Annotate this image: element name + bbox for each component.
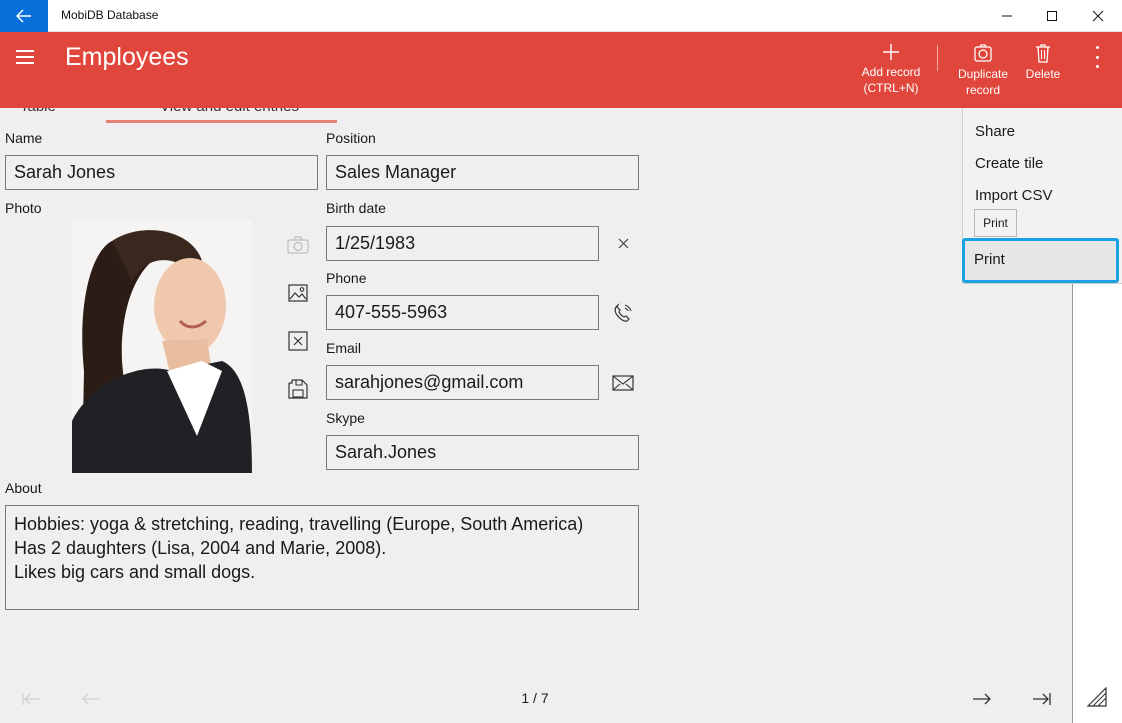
menu-item-create-tile[interactable]: Create tile [975, 155, 1043, 172]
about-textarea[interactable]: Hobbies: yoga & stretching, reading, tra… [5, 505, 639, 610]
duplicate-icon [974, 44, 992, 62]
phone-icon [614, 303, 632, 322]
remove-image-icon [288, 331, 308, 351]
email-label: Email [326, 340, 362, 356]
arrow-right-icon [973, 693, 991, 705]
header-separator [937, 45, 938, 71]
add-record-button[interactable]: Add record (CTRL+N) [856, 42, 926, 96]
phone-field[interactable]: 407-555-5963 [326, 295, 599, 330]
add-record-shortcut: (CTRL+N) [863, 81, 919, 95]
birth-date-label: Birth date [326, 200, 386, 216]
arrow-left-icon [82, 693, 100, 705]
position-label: Position [326, 130, 376, 146]
call-button[interactable] [610, 301, 636, 325]
maximize-button[interactable] [1029, 0, 1075, 32]
trash-icon [1036, 44, 1050, 63]
side-panel [1073, 282, 1122, 723]
active-tab-indicator [106, 120, 337, 123]
image-icon [288, 284, 308, 302]
name-field[interactable]: Sarah Jones [5, 155, 318, 190]
menu-item-import-csv[interactable]: Import CSV [975, 187, 1053, 204]
resize-icon [1087, 687, 1107, 707]
menu-item-share[interactable]: Share [975, 123, 1015, 140]
next-record-button[interactable] [969, 688, 995, 710]
duplicate-label-1: Duplicate [957, 67, 1009, 81]
camera-button[interactable] [286, 233, 310, 257]
plus-icon [883, 44, 899, 60]
save-image-button[interactable] [286, 377, 310, 401]
save-image-icon [288, 379, 308, 399]
print-tooltip: Print [974, 209, 1017, 237]
send-email-button[interactable] [610, 372, 636, 394]
last-record-button[interactable] [1029, 688, 1055, 710]
minimize-button[interactable] [984, 0, 1030, 32]
close-button[interactable] [1075, 0, 1121, 32]
maximize-icon [1047, 11, 1057, 21]
birth-date-field[interactable]: 1/25/1983 [326, 226, 599, 261]
resize-grip[interactable] [1086, 686, 1108, 708]
menu-item-print[interactable]: Print [974, 251, 1005, 268]
delete-button[interactable]: Delete [1021, 42, 1065, 82]
name-label: Name [5, 130, 43, 146]
about-line: Hobbies: yoga & stretching, reading, tra… [14, 514, 584, 534]
phone-label: Phone [326, 270, 367, 286]
about-line: Has 2 daughters (Lisa, 2004 and Marie, 2… [14, 538, 387, 558]
delete-label: Delete [1025, 67, 1061, 81]
page-title: Employees [65, 43, 189, 71]
first-record-button[interactable] [18, 688, 44, 710]
clear-icon [618, 238, 628, 248]
mail-icon [612, 375, 634, 391]
title-bar: MobiDB Database [0, 0, 1122, 32]
first-icon [22, 693, 40, 705]
email-field[interactable]: sarahjones@gmail.com [326, 365, 599, 400]
employee-photo [72, 221, 252, 473]
position-field[interactable]: Sales Manager [326, 155, 639, 190]
previous-record-button[interactable] [78, 688, 104, 710]
camera-icon [287, 236, 309, 254]
duplicate-label-2: record [965, 83, 1000, 97]
side-panel-divider [1072, 282, 1073, 723]
app-header: Employees Add record (CTRL+N) Duplicate … [0, 32, 1122, 108]
about-label: About [5, 480, 42, 496]
duplicate-record-button[interactable]: Duplicate record [952, 42, 1014, 98]
last-icon [1033, 693, 1051, 705]
add-record-label: Add record [861, 65, 921, 79]
app-title: MobiDB Database [61, 8, 159, 22]
portrait-image [72, 221, 252, 473]
close-icon [1092, 10, 1104, 22]
back-arrow-icon [16, 9, 31, 23]
skype-field[interactable]: Sarah.Jones [326, 435, 639, 470]
photo-label: Photo [5, 200, 42, 216]
clear-date-button[interactable] [614, 233, 632, 253]
minimize-icon [1002, 15, 1012, 17]
about-line: Likes big cars and small dogs. [14, 562, 256, 582]
remove-image-button[interactable] [286, 329, 310, 353]
pick-image-button[interactable] [286, 281, 310, 305]
more-options-icon[interactable] [1089, 46, 1105, 68]
back-button[interactable] [0, 0, 48, 32]
hamburger-menu-icon[interactable] [16, 50, 34, 66]
skype-label: Skype [326, 410, 365, 426]
record-counter: 1 / 7 [521, 690, 549, 706]
